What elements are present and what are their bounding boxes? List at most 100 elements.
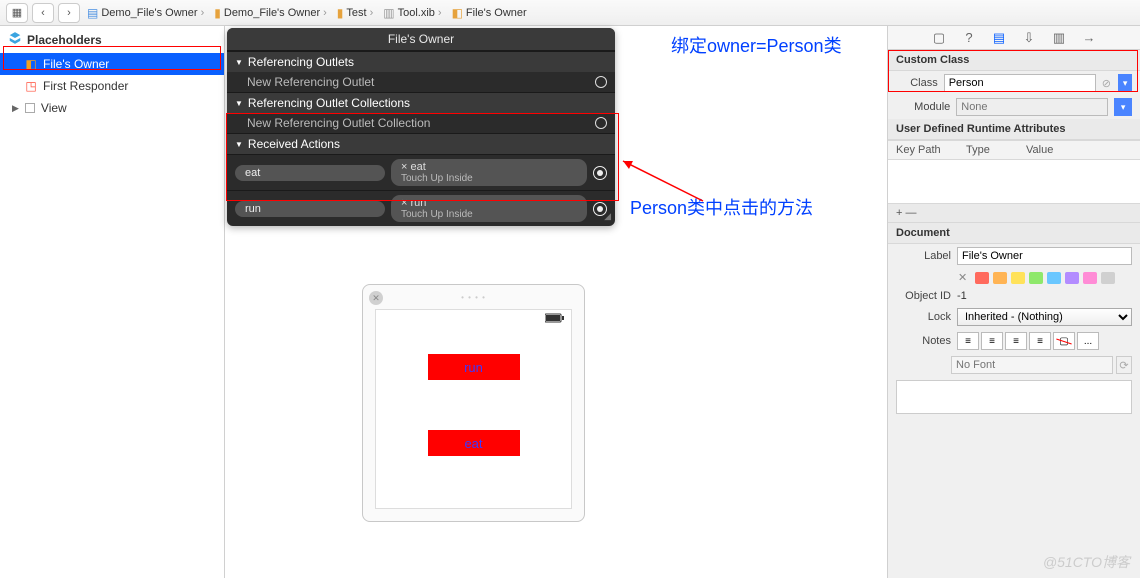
font-picker-button[interactable]: ⟳ — [1116, 356, 1132, 374]
color-swatch[interactable] — [1065, 272, 1079, 284]
module-label: Module — [896, 101, 950, 113]
breadcrumb-item[interactable]: ▮ Demo_File's Owner› — [211, 6, 330, 20]
forward-button[interactable]: › — [58, 3, 80, 23]
clear-icon[interactable]: ⊘ — [1102, 77, 1113, 90]
run-button[interactable]: run — [428, 354, 520, 380]
chevron-right-icon: › — [201, 7, 205, 19]
disclosure-triangle-icon: ▼ — [235, 99, 243, 108]
font-input[interactable] — [951, 356, 1113, 374]
add-remove-buttons[interactable]: + — — [888, 204, 1140, 223]
object-id-label: Object ID — [896, 290, 951, 302]
cube-icon: ◧ — [24, 57, 38, 71]
connections-title: File's Owner — [227, 28, 615, 51]
color-swatch[interactable] — [1101, 272, 1115, 284]
color-swatch[interactable] — [1047, 272, 1061, 284]
connections-section-header[interactable]: ▼Referencing Outlets — [227, 51, 615, 72]
breadcrumb-label: File's Owner — [466, 7, 527, 19]
connections-action-row[interactable]: eat × eatTouch Up Inside — [227, 154, 615, 190]
canvas-area: File's Owner ▼Referencing Outlets New Re… — [225, 26, 887, 578]
project-icon: ▤ — [87, 6, 98, 20]
class-field-row: Class ⊘ ▾ — [888, 71, 1140, 95]
color-swatch[interactable] — [993, 272, 1007, 284]
module-dropdown-button[interactable]: ▾ — [1114, 98, 1132, 116]
inspector-panel: ▢ ? ▤ ⇩ ▥ → Custom Class Class ⊘ ▾ Modul… — [887, 26, 1140, 578]
connection-outlet-icon[interactable] — [593, 166, 607, 180]
annotation-arrow-icon — [618, 156, 708, 209]
attributes-inspector-tab-icon[interactable]: ⇩ — [1020, 29, 1038, 47]
outline-item-first-responder[interactable]: ◳ First Responder — [0, 75, 224, 97]
connections-section-header[interactable]: ▼Received Actions — [227, 133, 615, 154]
breadcrumb-item[interactable]: ▥ Tool.xib› — [380, 6, 444, 20]
breadcrumb-item[interactable]: ◧ File's Owner — [449, 6, 530, 20]
breadcrumb-item[interactable]: ▤ Demo_File's Owner› — [84, 6, 207, 20]
align-justify-button[interactable]: ≡ — [1029, 332, 1051, 350]
align-center-button[interactable]: ≡ — [981, 332, 1003, 350]
object-id-value: -1 — [957, 290, 1132, 302]
file-inspector-tab-icon[interactable]: ▢ — [930, 29, 948, 47]
outline-item-files-owner[interactable]: ◧ File's Owner — [0, 53, 224, 75]
color-swatch[interactable] — [975, 272, 989, 284]
class-dropdown-button[interactable]: ▾ — [1118, 74, 1132, 92]
more-button[interactable]: ... — [1077, 332, 1099, 350]
cube-icon: ◧ — [452, 6, 463, 20]
outline-section-header: Placeholders — [0, 26, 224, 53]
color-swatch[interactable] — [1083, 272, 1097, 284]
chevron-right-icon: › — [370, 7, 374, 19]
section-custom-class: Custom Class — [888, 50, 1140, 71]
connections-inspector-tab-icon[interactable]: → — [1080, 29, 1098, 47]
module-field-row: Module ▾ — [888, 95, 1140, 119]
color-swatch[interactable] — [1029, 272, 1043, 284]
folder-icon: ▮ — [214, 6, 221, 20]
disclosure-triangle-icon: ▼ — [235, 58, 243, 67]
connections-row[interactable]: New Referencing Outlet — [227, 72, 615, 92]
annotation-text: 绑定owner=Person类 — [671, 32, 842, 58]
watermark: @51CTO博客 — [1043, 552, 1130, 572]
module-input[interactable] — [956, 98, 1108, 116]
identity-inspector-tab-icon[interactable]: ▤ — [990, 29, 1008, 47]
no-style-button[interactable]: ▢ — [1053, 332, 1075, 350]
eat-button[interactable]: eat — [428, 430, 520, 456]
action-name: run — [235, 201, 385, 217]
drag-handle-icon[interactable]: • • • • — [461, 293, 486, 302]
size-inspector-tab-icon[interactable]: ▥ — [1050, 29, 1068, 47]
close-icon[interactable]: ✕ — [369, 291, 383, 305]
align-right-button[interactable]: ≡ — [1005, 332, 1027, 350]
connection-outlet-icon[interactable] — [595, 117, 607, 129]
resize-handle-icon[interactable]: ◢ — [604, 211, 611, 222]
view-icon — [25, 103, 35, 113]
connections-panel: File's Owner ▼Referencing Outlets New Re… — [227, 28, 615, 226]
lock-select[interactable]: Inherited - (Nothing) — [957, 308, 1132, 326]
label-input[interactable] — [957, 247, 1132, 265]
connection-outlet-icon[interactable] — [595, 76, 607, 88]
battery-icon — [545, 313, 565, 326]
first-responder-icon: ◳ — [24, 79, 38, 93]
outline-item-view[interactable]: ▶ View — [0, 97, 224, 119]
notes-textarea[interactable] — [896, 380, 1132, 414]
inspector-tabs: ▢ ? ▤ ⇩ ▥ → — [888, 26, 1140, 50]
chevron-right-icon: › — [323, 7, 327, 19]
breadcrumb-label: Test — [346, 7, 366, 19]
related-items-button[interactable]: ▦ — [6, 3, 28, 23]
color-swatch[interactable] — [1011, 272, 1025, 284]
lock-row: Lock Inherited - (Nothing) — [888, 305, 1140, 329]
color-label-row: ✕ — [888, 268, 1140, 287]
chevron-right-icon: › — [438, 7, 442, 19]
placeholder-group-icon — [8, 31, 22, 48]
breadcrumb-label: Tool.xib — [398, 7, 435, 19]
no-color-icon[interactable]: ✕ — [958, 271, 967, 284]
lock-label: Lock — [896, 311, 951, 323]
connections-action-row[interactable]: run × runTouch Up Inside — [227, 190, 615, 226]
connections-row[interactable]: New Referencing Outlet Collection — [227, 113, 615, 133]
align-left-button[interactable]: ≡ — [957, 332, 979, 350]
device-preview: ✕ • • • • run eat — [362, 284, 585, 522]
help-inspector-tab-icon[interactable]: ? — [960, 29, 978, 47]
back-button[interactable]: ‹ — [32, 3, 54, 23]
outline-panel: Placeholders ◧ File's Owner ◳ First Resp… — [0, 26, 225, 578]
breadcrumb-item[interactable]: ▮ Test› — [334, 6, 376, 20]
class-input[interactable] — [944, 74, 1096, 92]
disclosure-triangle-icon[interactable]: ▶ — [12, 103, 19, 114]
label-field-row: Label — [888, 244, 1140, 268]
connections-section-header[interactable]: ▼Referencing Outlet Collections — [227, 92, 615, 113]
action-target: × eatTouch Up Inside — [391, 159, 587, 186]
runtime-attrs-table[interactable] — [888, 160, 1140, 204]
